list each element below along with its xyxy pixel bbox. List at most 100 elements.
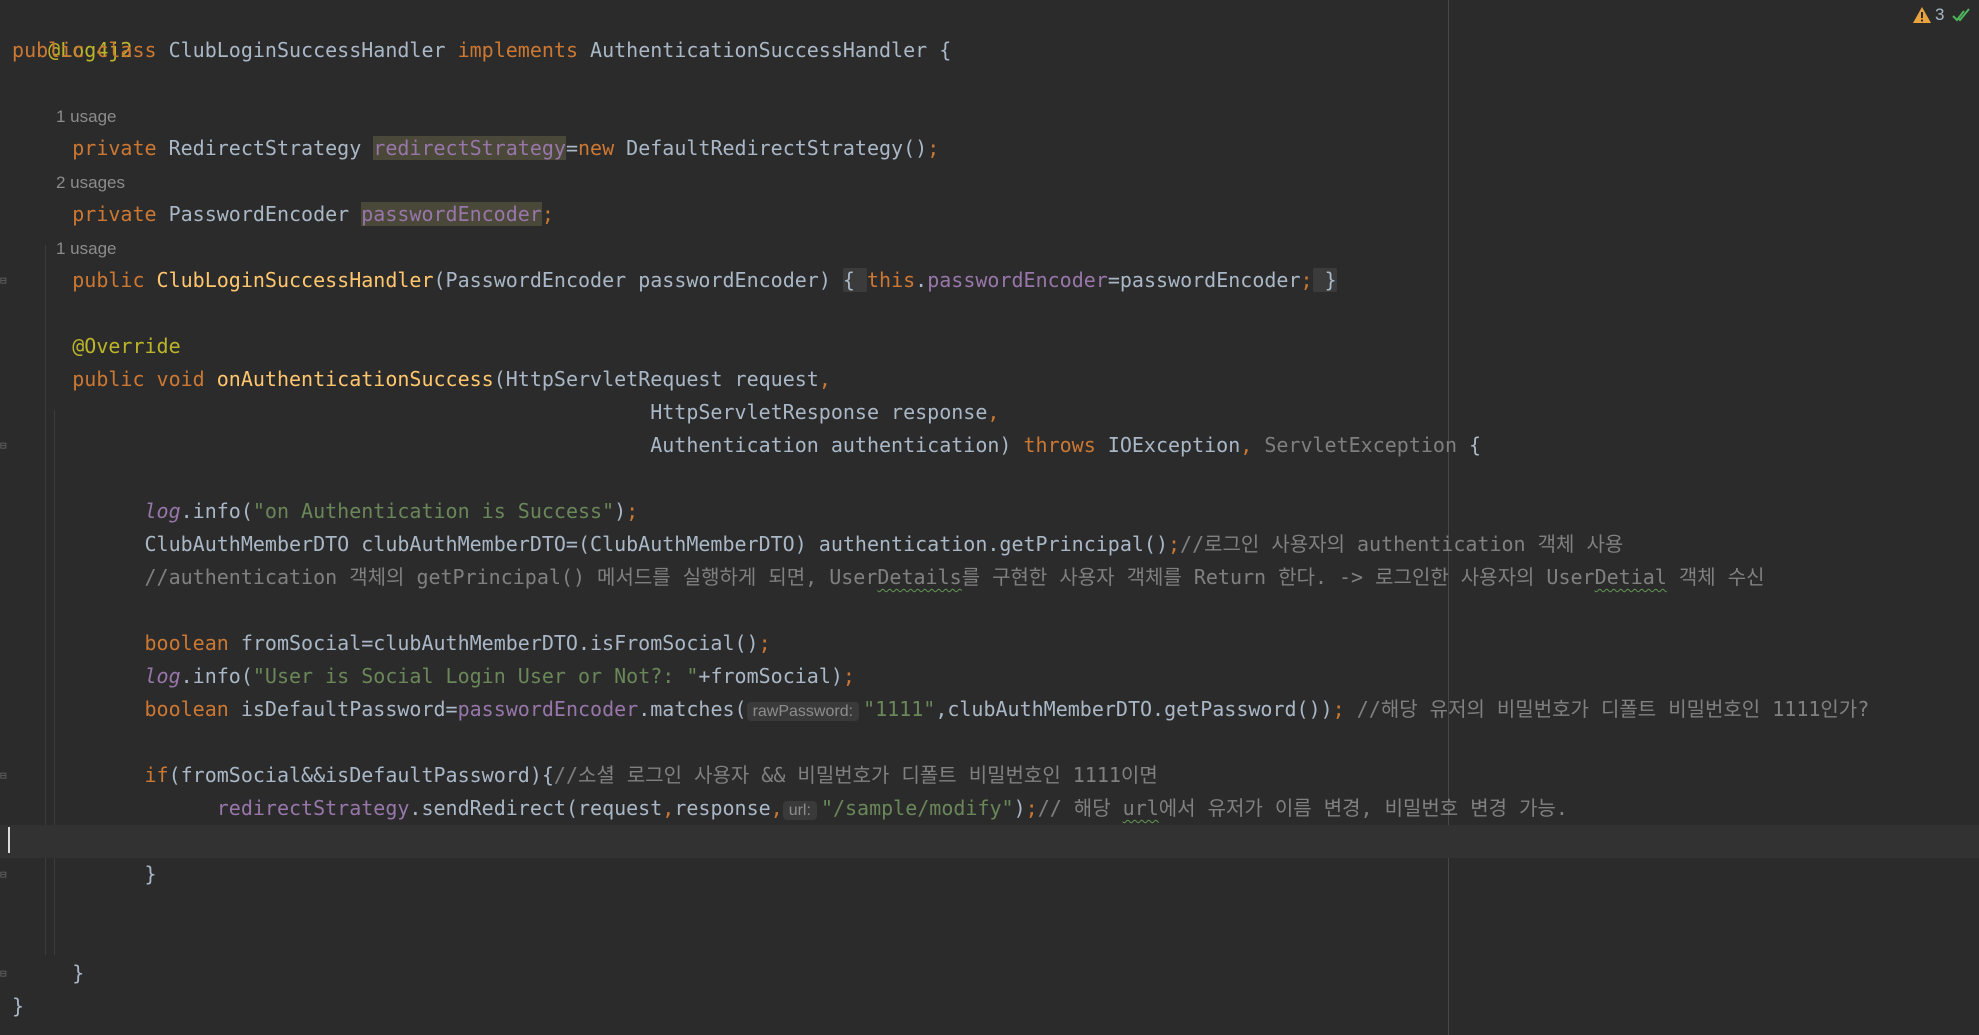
inspection-widget[interactable]: 3	[1912, 3, 1971, 27]
semicolon: ;	[758, 631, 771, 655]
string-literal: "on Authentication is Success"	[252, 499, 615, 523]
comma: ,	[818, 367, 831, 391]
typo-highlight: Details	[877, 565, 962, 589]
comma: ,	[1240, 433, 1265, 457]
assignment: =passwordEncoder	[1107, 268, 1301, 292]
fold-marker-icon[interactable]: ⊟	[0, 770, 8, 782]
operator: =	[565, 136, 578, 160]
field-name: redirectStrategy	[373, 136, 566, 160]
code-line-18[interactable]: }	[0, 858, 1979, 891]
code-line-10[interactable]: log.info("on Authentication is Success")…	[0, 495, 1979, 528]
annotation: @Override	[72, 334, 181, 358]
method-call: .matches(	[638, 697, 747, 721]
code-line-2[interactable]: public class ClubLoginSuccessHandler imp…	[0, 34, 1979, 67]
code-line-15[interactable]: boolean isDefaultPassword=passwordEncode…	[0, 693, 1979, 726]
keyword: implements	[457, 38, 591, 62]
keyword: throws	[1023, 433, 1108, 457]
parameter-hint: url:	[782, 801, 817, 820]
keyword: private	[72, 202, 169, 226]
usage-hint[interactable]: 1 usage	[0, 102, 1979, 132]
code-line-20[interactable]: }	[0, 990, 1979, 1023]
comma: ,	[987, 400, 1000, 424]
code-line-6[interactable]: @Override	[0, 330, 1979, 363]
usage-hint[interactable]: 2 usages	[0, 168, 1979, 198]
paren: )	[1013, 796, 1026, 820]
double-check-icon	[1952, 8, 1971, 22]
comment: 에서 유저가 이름 변경, 비밀번호 변경 가능.	[1158, 796, 1568, 820]
comma: ,	[770, 796, 783, 820]
typo-highlight: Detial	[1594, 565, 1667, 589]
method-call: .info(	[180, 499, 253, 523]
string-literal: "User is Social Login User or Not?: "	[252, 664, 699, 688]
dot: .	[915, 268, 928, 292]
code-line-11[interactable]: ClubAuthMemberDTO clubAuthMemberDTO=(Clu…	[0, 528, 1979, 561]
method-call: .info(	[180, 664, 253, 688]
parameter: (HttpServletRequest request	[493, 367, 819, 391]
folded-brace-open[interactable]: {	[842, 268, 867, 292]
keyword: boolean	[144, 631, 241, 655]
string-literal: "1111"	[863, 697, 936, 721]
field-name: redirectStrategy	[216, 796, 410, 820]
parameter: Authentication authentication)	[650, 433, 1024, 457]
statement: ClubAuthMemberDTO clubAuthMemberDTO=(Clu…	[144, 532, 1169, 556]
semicolon: ;	[842, 664, 855, 688]
semicolon: ;	[541, 202, 554, 226]
code-line-8[interactable]: HttpServletResponse response,	[0, 396, 1979, 429]
keyword: new	[577, 136, 627, 160]
code-line-1[interactable]: @Log4j2	[0, 1, 1979, 62]
usage-hint-text: 2 usages	[56, 173, 125, 192]
code-line-16[interactable]: if(fromSocial&&isDefaultPassword){//소셜 로…	[0, 759, 1979, 792]
fold-marker-icon[interactable]: ⊟	[0, 968, 8, 980]
keyword: private	[72, 136, 169, 160]
exception-type: IOException	[1107, 433, 1241, 457]
usage-hint[interactable]: 1 usage	[0, 234, 1979, 264]
fold-marker-icon[interactable]: ⊟	[0, 869, 8, 881]
code-line-9[interactable]: Authentication authentication) throws IO…	[0, 429, 1979, 462]
code-line-3[interactable]: private RedirectStrategy redirectStrateg…	[0, 132, 1979, 165]
keyword: boolean	[144, 697, 241, 721]
method-call: .sendRedirect(request	[409, 796, 663, 820]
parameter-list: (PasswordEncoder passwordEncoder)	[433, 268, 843, 292]
text-caret	[8, 827, 10, 853]
code-line-17[interactable]: redirectStrategy.sendRedirect(request,re…	[0, 792, 1979, 825]
folded-brace-close[interactable]: }	[1312, 268, 1337, 292]
comment: //authentication 객체의 getPrincipal() 메서드를…	[144, 565, 878, 589]
comment: 를 구현한 사용자 객체를 Return 한다. -> 로그인한 사용자의 Us…	[961, 565, 1595, 589]
fold-marker-icon[interactable]: ⊟	[0, 440, 8, 452]
fold-marker-icon[interactable]: ⊟	[0, 275, 8, 287]
statement: (fromSocial&&isDefaultPassword){	[168, 763, 554, 787]
paren: )	[614, 499, 627, 523]
comment: // 해당	[1037, 796, 1123, 820]
code-line-19[interactable]: }	[0, 957, 1979, 990]
code-line-4[interactable]: private PasswordEncoder passwordEncoder;	[0, 198, 1979, 231]
code-editor[interactable]: @Log4j2 public class ClubLoginSuccessHan…	[0, 0, 1979, 1035]
semicolon: ;	[1300, 268, 1313, 292]
code-line-12[interactable]: //authentication 객체의 getPrincipal() 메서드를…	[0, 561, 1979, 594]
code-line-14[interactable]: log.info("User is Social Login User or N…	[0, 660, 1979, 693]
constructor-name: ClubLoginSuccessHandler	[156, 268, 434, 292]
field-name: passwordEncoder	[361, 202, 542, 226]
comment: //로그인 사용자의 authentication 객체 사용	[1180, 532, 1624, 556]
semicolon: ;	[1168, 532, 1181, 556]
field-name: passwordEncoder	[927, 268, 1108, 292]
code-line-13[interactable]: boolean fromSocial=clubAuthMemberDTO.isF…	[0, 627, 1979, 660]
code-line-5[interactable]: public ClubLoginSuccessHandler(PasswordE…	[0, 264, 1979, 297]
method-name: onAuthenticationSuccess	[216, 367, 494, 391]
class-name: ClubLoginSuccessHandler	[168, 38, 458, 62]
comment: 객체 수신	[1666, 565, 1765, 589]
type-name: RedirectStrategy	[168, 136, 374, 160]
warning-triangle-icon	[1913, 7, 1931, 23]
keyword: this	[867, 268, 916, 292]
warning-count: 3	[1935, 5, 1945, 24]
field-name: passwordEncoder	[457, 697, 639, 721]
log-field: log	[144, 664, 181, 688]
expression: +fromSocial)	[698, 664, 843, 688]
constructor-call: DefaultRedirectStrategy()	[626, 136, 928, 160]
current-line[interactable]	[0, 825, 1979, 858]
closing-brace: }	[72, 961, 85, 985]
code-line-7[interactable]: public void onAuthenticationSuccess(Http…	[0, 363, 1979, 396]
type-name: PasswordEncoder	[168, 202, 362, 226]
statement: fromSocial=clubAuthMemberDTO.isFromSocia…	[240, 631, 759, 655]
comma: ,	[662, 796, 675, 820]
brace: {	[1457, 433, 1482, 457]
